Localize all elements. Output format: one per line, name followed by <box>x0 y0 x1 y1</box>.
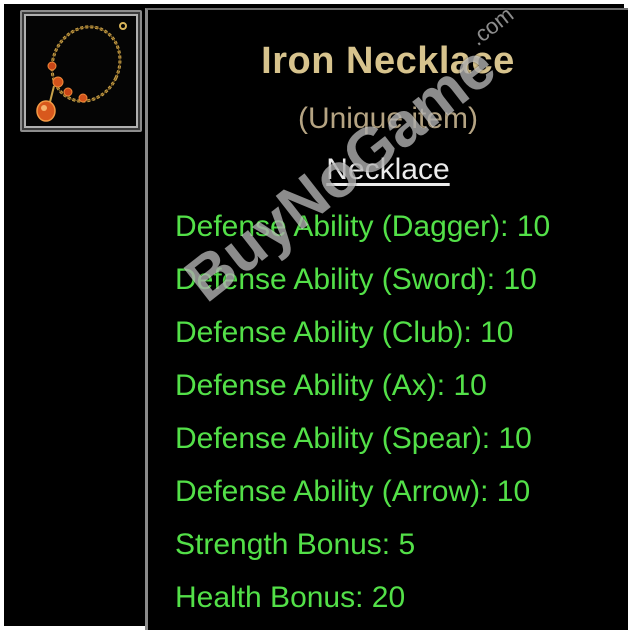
stat-line: Defense Ability (Arrow): 10 <box>175 475 531 508</box>
stat-line: Strength Bonus: 5 <box>175 528 416 561</box>
stat-line: Defense Ability (Spear): 10 <box>175 422 532 455</box>
item-name: Iron Necklace <box>261 40 515 82</box>
stat-line: Defense Ability (Dagger): 10 <box>175 210 551 243</box>
item-stats-list: Defense Ability (Dagger): 10 Defense Abi… <box>175 200 550 624</box>
item-tooltip: Iron Necklace (Unique item) Necklace Def… <box>145 8 628 630</box>
item-rarity: (Unique item) <box>297 102 479 135</box>
stat-line: Defense Ability (Ax): 10 <box>175 369 487 402</box>
item-icon-slot[interactable] <box>20 10 142 132</box>
necklace-icon <box>36 22 127 122</box>
item-category: Necklace <box>326 153 450 186</box>
stat-line: Health Bonus: 20 <box>175 581 406 614</box>
stat-line: Defense Ability (Club): 10 <box>175 316 514 349</box>
tooltip-window: Iron Necklace (Unique item) Necklace Def… <box>4 4 628 630</box>
stat-line: Defense Ability (Sword): 10 <box>175 263 537 296</box>
